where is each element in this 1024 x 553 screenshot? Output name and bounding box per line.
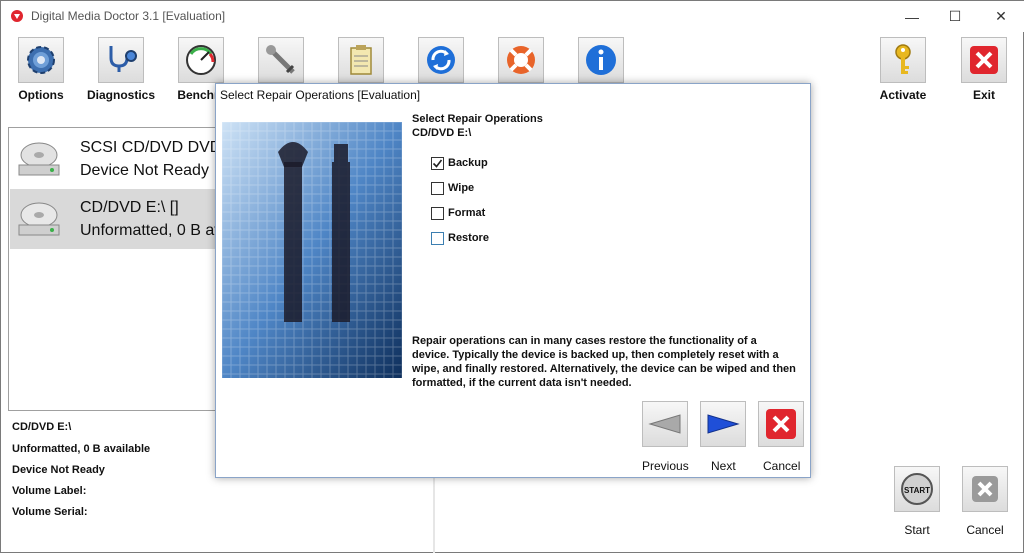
previous-button[interactable] [642, 401, 688, 447]
restore-option[interactable]: Restore [431, 230, 489, 246]
arrow-right-icon [707, 414, 740, 434]
info-icon [578, 37, 624, 83]
info-status: Device Not Ready [12, 464, 105, 476]
format-option[interactable]: Format [431, 205, 485, 221]
toolbar-activate-button[interactable]: Activate [863, 37, 943, 102]
start-button[interactable]: START [894, 466, 940, 512]
device-name: SCSI CD/DVD DVD [80, 139, 222, 156]
toolbar-repair-button[interactable] [241, 37, 321, 83]
wipe-label: Wipe [448, 182, 475, 194]
maximize-button[interactable]: ☐ [932, 1, 978, 32]
toolbar-label: Exit [972, 88, 995, 102]
info-capacity: Unformatted, 0 B available [12, 443, 151, 455]
stethoscope-icon [98, 37, 144, 83]
next-label: Next [711, 459, 736, 473]
toolbar-options-button[interactable]: Options [1, 37, 81, 102]
dialog-title: Select Repair Operations [Evaluation] [220, 88, 421, 102]
toolbar-update-button[interactable] [401, 37, 481, 83]
info-device: CD/DVD E:\ [12, 421, 72, 433]
dialog-device: CD/DVD E:\ [412, 127, 472, 139]
backup-label: Backup [448, 157, 488, 169]
svg-text:START: START [904, 486, 930, 495]
key-icon [880, 37, 926, 83]
toolbar-label: Activate [879, 88, 927, 102]
toolbar-label: Diagnostics [86, 88, 155, 102]
close-icon [766, 409, 796, 439]
disk-drive-icon [18, 142, 60, 176]
device-status: Unformatted, 0 B av [80, 222, 223, 239]
dialog-description: Repair operations can in many cases rest… [412, 335, 796, 389]
info-volume-label: Volume Label: [12, 485, 87, 497]
backup-option[interactable]: Backup [431, 155, 488, 171]
disk-drive-icon [18, 202, 60, 236]
repair-tools-illustration [222, 122, 402, 378]
dialog-cancel-label: Cancel [763, 459, 801, 473]
restore-label: Restore [448, 232, 489, 244]
backup-checkbox[interactable] [431, 156, 444, 170]
toolbar-label: Options [18, 88, 64, 102]
start-icon: START [901, 473, 933, 505]
cancel-main-button[interactable] [962, 466, 1008, 512]
wipe-option[interactable]: Wipe [431, 180, 474, 196]
next-button[interactable] [700, 401, 746, 447]
dialog-heading: Select Repair Operations [412, 113, 543, 125]
repair-operations-dialog: Select Repair Operations [Evaluation] Se… [215, 83, 811, 478]
dialog-cancel-button[interactable] [758, 401, 804, 447]
start-label: Start [904, 523, 930, 537]
wipe-checkbox[interactable] [431, 181, 444, 195]
device-status: Device Not Ready [80, 162, 209, 179]
refresh-icon [418, 37, 464, 83]
previous-label: Previous [642, 459, 689, 473]
app-logo-icon [11, 10, 23, 22]
close-window-button[interactable]: ✕ [978, 1, 1024, 32]
checkmark-icon [432, 159, 443, 168]
arrow-left-icon [648, 414, 681, 434]
info-volume-serial: Volume Serial: [12, 506, 88, 518]
main-window: Digital Media Doctor 3.1 [Evaluation] — … [0, 0, 1024, 553]
window-title: Digital Media Doctor 3.1 [Evaluation] [31, 9, 226, 23]
lifebuoy-icon [498, 37, 544, 83]
title-bar: Digital Media Doctor 3.1 [Evaluation] — … [1, 1, 1024, 32]
toolbar-support-button[interactable] [481, 37, 561, 83]
toolbar-diagnostics-button[interactable]: Diagnostics [81, 37, 161, 102]
cancel-icon [972, 476, 998, 502]
gauge-icon [178, 37, 224, 83]
wrench-icon [258, 37, 304, 83]
toolbar-about-button[interactable] [561, 37, 641, 83]
gear-icon [18, 37, 64, 83]
clipboard-icon [338, 37, 384, 83]
toolbar-report-button[interactable] [321, 37, 401, 83]
restore-checkbox[interactable] [431, 231, 444, 245]
panel-divider [433, 477, 435, 553]
cancel-label: Cancel [966, 523, 1004, 537]
device-name: CD/DVD E:\ [] [80, 199, 179, 216]
close-icon [961, 37, 1007, 83]
minimize-button[interactable]: — [889, 1, 935, 32]
toolbar-exit-button[interactable]: Exit [944, 37, 1024, 102]
format-checkbox[interactable] [431, 206, 444, 220]
format-label: Format [448, 207, 486, 219]
